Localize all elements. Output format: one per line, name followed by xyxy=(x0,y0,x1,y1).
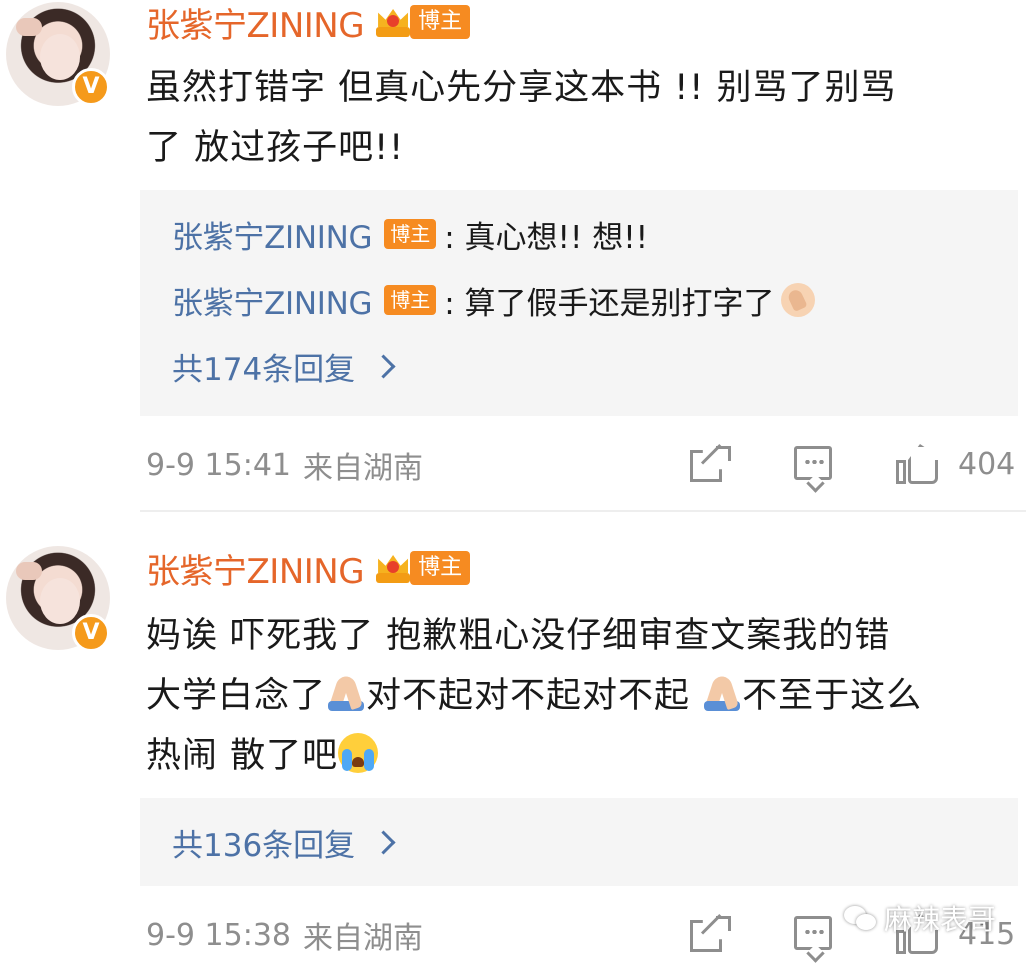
crown-icon xyxy=(374,551,412,585)
share-icon[interactable] xyxy=(690,444,731,482)
comment-item: V 张紫宁ZINING 博主 虽然打错字 但真心先分享这本书 !! 别骂了别骂 … xyxy=(0,0,1026,510)
comment-text-line: 妈诶 吓死我了 抱歉粗心没仔细审查文案我的错 xyxy=(146,616,891,656)
comment-text-line: 大学白念了 对不起对不起对不起 不至于这么 xyxy=(146,666,1016,726)
comment-text: 妈诶 吓死我了 抱歉粗心没仔细审查文案我的错 大学白念了 对不起对不起对不起 不至… xyxy=(146,606,1016,786)
more-replies-label: 共174条回复 xyxy=(172,351,356,388)
location: 来自湖南 xyxy=(303,921,423,956)
username[interactable]: 张紫宁ZINING xyxy=(146,544,365,593)
watermark-text: 麻辣表哥 xyxy=(883,903,996,936)
verified-badge-icon: V xyxy=(72,68,110,106)
like-icon[interactable] xyxy=(896,442,940,486)
comment-text-line: 虽然打错字 但真心先分享这本书 !! 别骂了别骂 xyxy=(146,68,897,108)
comment-text-segment: 不至于这么 xyxy=(742,676,923,716)
chevron-right-icon xyxy=(371,353,396,379)
more-replies-label: 共136条回复 xyxy=(172,827,356,864)
username[interactable]: 张紫宁ZINING xyxy=(146,0,365,47)
blogger-badge: 博主 xyxy=(410,551,471,585)
comment-icon[interactable] xyxy=(794,916,832,963)
divider xyxy=(140,510,1026,512)
comment-text-line: 了 放过孩子吧!! xyxy=(146,128,405,168)
more-replies-link[interactable]: 共174条回复 xyxy=(172,336,396,396)
clapping-hands-icon xyxy=(780,283,815,317)
comment-header: 张紫宁ZINING 博主 xyxy=(146,544,471,593)
reply-box: 张紫宁ZINING 博主 : 真心想!! 想!! 张紫宁ZINING 博主 : … xyxy=(140,190,1018,416)
comment-actions: 404 xyxy=(690,440,1020,493)
folded-hands-icon xyxy=(702,673,742,713)
location: 来自湖南 xyxy=(303,451,423,486)
comment-text-segment: 大学白念了 xyxy=(146,676,327,716)
wechat-icon xyxy=(843,904,878,932)
comment-text: 虽然打错字 但真心先分享这本书 !! 别骂了别骂 了 放过孩子吧!! xyxy=(146,58,1016,178)
comment-icon[interactable] xyxy=(794,446,832,493)
comment-meta: 9-9 15:38 来自湖南 xyxy=(146,910,423,960)
folded-hands-icon xyxy=(326,673,366,713)
comment-meta: 9-9 15:41 来自湖南 xyxy=(146,440,423,490)
verified-badge-icon: V xyxy=(72,614,110,652)
reply-text: : 真心想!! 想!! xyxy=(444,219,649,256)
comment-header: 张紫宁ZINING 博主 xyxy=(146,0,471,47)
comment-text-segment: 热闹 散了吧 xyxy=(146,736,339,776)
reply-item[interactable]: 张紫宁ZINING 博主 : 真心想!! 想!! xyxy=(172,204,648,264)
comment-item: V 张紫宁ZINING 博主 妈诶 吓死我了 抱歉粗心没仔细审查文案我的错 大学… xyxy=(0,528,1026,963)
reply-username[interactable]: 张紫宁ZINING xyxy=(172,278,373,323)
like-count: 404 xyxy=(958,447,1016,482)
share-icon[interactable] xyxy=(690,914,731,952)
timestamp: 9-9 15:38 xyxy=(146,917,291,953)
more-replies-link[interactable]: 共136条回复 xyxy=(172,812,396,872)
blogger-badge: 博主 xyxy=(384,285,437,315)
blogger-badge: 博主 xyxy=(384,219,437,249)
chevron-right-icon xyxy=(371,829,396,855)
reply-username[interactable]: 张紫宁ZINING xyxy=(172,212,373,257)
timestamp: 9-9 15:41 xyxy=(146,447,291,483)
reply-item[interactable]: 张紫宁ZINING 博主 : 算了假手还是别打字了 xyxy=(172,270,815,330)
crying-face-icon xyxy=(338,733,379,773)
reply-box: 共136条回复 xyxy=(140,798,1018,886)
reply-text: : 算了假手还是别打字了 xyxy=(444,285,775,322)
comment-text-line: 热闹 散了吧 xyxy=(146,726,1016,786)
blogger-badge: 博主 xyxy=(410,5,471,39)
watermark: 麻辣表哥 xyxy=(843,898,996,938)
comment-text-segment: 对不起对不起对不起 xyxy=(366,676,703,716)
crown-icon xyxy=(374,5,412,39)
